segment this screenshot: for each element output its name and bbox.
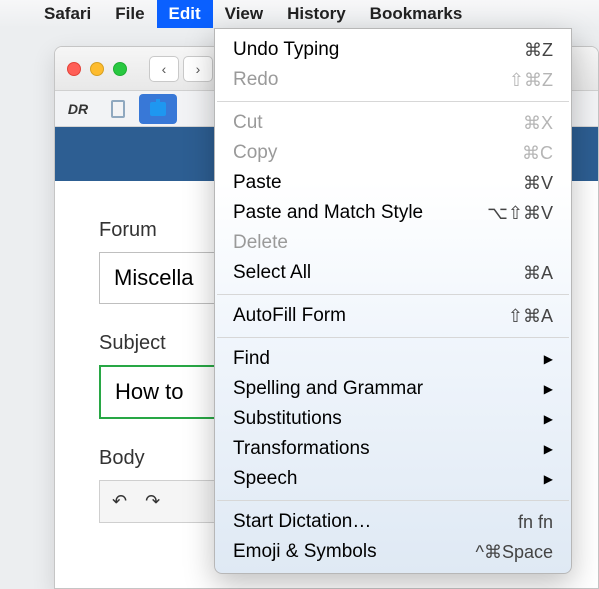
menu-item-label: Redo <box>233 69 278 91</box>
menu-item-select-all[interactable]: Select All ⌘A <box>215 258 571 288</box>
zoom-button[interactable] <box>113 62 127 76</box>
menu-item-spelling-and-grammar[interactable]: Spelling and Grammar ▶ <box>215 374 571 404</box>
menu-item-label: Start Dictation… <box>233 511 371 533</box>
menu-item-label: Paste <box>233 172 282 194</box>
menu-separator <box>217 337 569 338</box>
menu-item-shortcut: ⇧⌘A <box>508 306 553 327</box>
submenu-arrow-icon: ▶ <box>544 442 553 456</box>
menu-item-find[interactable]: Find ▶ <box>215 344 571 374</box>
back-button[interactable]: ‹ <box>149 56 179 82</box>
menu-separator <box>217 294 569 295</box>
menu-item-start-dictation[interactable]: Start Dictation… fn fn <box>215 507 571 537</box>
menu-item-label: Substitutions <box>233 408 342 430</box>
menu-item-label: Spelling and Grammar <box>233 378 423 400</box>
menu-item-shortcut: ⌘A <box>523 263 553 284</box>
redo-icon[interactable]: ↷ <box>145 491 160 512</box>
menu-item-paste-and-match-style[interactable]: Paste and Match Style ⌥⇧⌘V <box>215 198 571 228</box>
bookmark-dr[interactable]: DR <box>59 94 97 124</box>
menu-item-undo-typing[interactable]: Undo Typing ⌘Z <box>215 35 571 65</box>
menubar-app-name[interactable]: Safari <box>32 0 103 28</box>
menubar-file[interactable]: File <box>103 0 156 28</box>
menu-item-paste[interactable]: Paste ⌘V <box>215 168 571 198</box>
submenu-arrow-icon: ▶ <box>544 412 553 426</box>
menu-item-cut: Cut ⌘X <box>215 108 571 138</box>
minimize-button[interactable] <box>90 62 104 76</box>
menu-item-shortcut: ⌘V <box>523 173 553 194</box>
traffic-lights <box>67 62 127 76</box>
menu-item-label: Emoji & Symbols <box>233 541 377 563</box>
menu-item-shortcut: ⌥⇧⌘V <box>487 203 553 224</box>
menu-separator <box>217 500 569 501</box>
menu-item-shortcut: ⇧⌘Z <box>509 70 553 91</box>
menu-item-copy: Copy ⌘C <box>215 138 571 168</box>
nav-buttons: ‹ › <box>149 56 213 82</box>
menu-item-redo: Redo ⇧⌘Z <box>215 65 571 95</box>
menu-item-shortcut: fn fn <box>518 512 553 533</box>
menubar-edit[interactable]: Edit <box>157 0 213 28</box>
menu-item-label: Cut <box>233 112 263 134</box>
menu-item-label: Select All <box>233 262 311 284</box>
menu-item-delete: Delete <box>215 228 571 258</box>
menu-item-shortcut: ⌘Z <box>524 40 553 61</box>
undo-icon[interactable]: ↶ <box>112 491 127 512</box>
menu-item-label: Delete <box>233 232 288 254</box>
menu-item-label: Speech <box>233 468 297 490</box>
close-button[interactable] <box>67 62 81 76</box>
menu-item-shortcut: ⌘C <box>522 143 553 164</box>
menu-item-emoji-symbols[interactable]: Emoji & Symbols ^⌘Space <box>215 537 571 567</box>
bookmark-2-icon <box>111 100 125 118</box>
menubar-view[interactable]: View <box>213 0 275 28</box>
bookmark-dr-label: DR <box>68 101 88 117</box>
submenu-arrow-icon: ▶ <box>544 352 553 366</box>
menu-item-label: AutoFill Form <box>233 305 346 327</box>
menubar: Safari File Edit View History Bookmarks <box>0 0 599 28</box>
menubar-history[interactable]: History <box>275 0 358 28</box>
menu-item-shortcut: ⌘X <box>523 113 553 134</box>
menu-item-label: Paste and Match Style <box>233 202 423 224</box>
menu-item-label: Find <box>233 348 270 370</box>
menu-separator <box>217 101 569 102</box>
menu-item-substitutions[interactable]: Substitutions ▶ <box>215 404 571 434</box>
menu-item-autofill-form[interactable]: AutoFill Form ⇧⌘A <box>215 301 571 331</box>
bookmark-2[interactable] <box>99 94 137 124</box>
gift-icon <box>150 102 166 116</box>
submenu-arrow-icon: ▶ <box>544 382 553 396</box>
menubar-bookmarks[interactable]: Bookmarks <box>358 0 475 28</box>
menu-item-shortcut: ^⌘Space <box>476 542 553 563</box>
menu-item-label: Copy <box>233 142 277 164</box>
submenu-arrow-icon: ▶ <box>544 472 553 486</box>
menu-item-transformations[interactable]: Transformations ▶ <box>215 434 571 464</box>
menu-item-speech[interactable]: Speech ▶ <box>215 464 571 494</box>
edit-menu-dropdown: Undo Typing⌘ZRedo⇧⌘ZCut⌘XCopy⌘CPaste⌘VPa… <box>214 28 572 574</box>
menu-item-label: Undo Typing <box>233 39 339 61</box>
menu-item-label: Transformations <box>233 438 370 460</box>
bookmark-3[interactable] <box>139 94 177 124</box>
forward-button[interactable]: › <box>183 56 213 82</box>
